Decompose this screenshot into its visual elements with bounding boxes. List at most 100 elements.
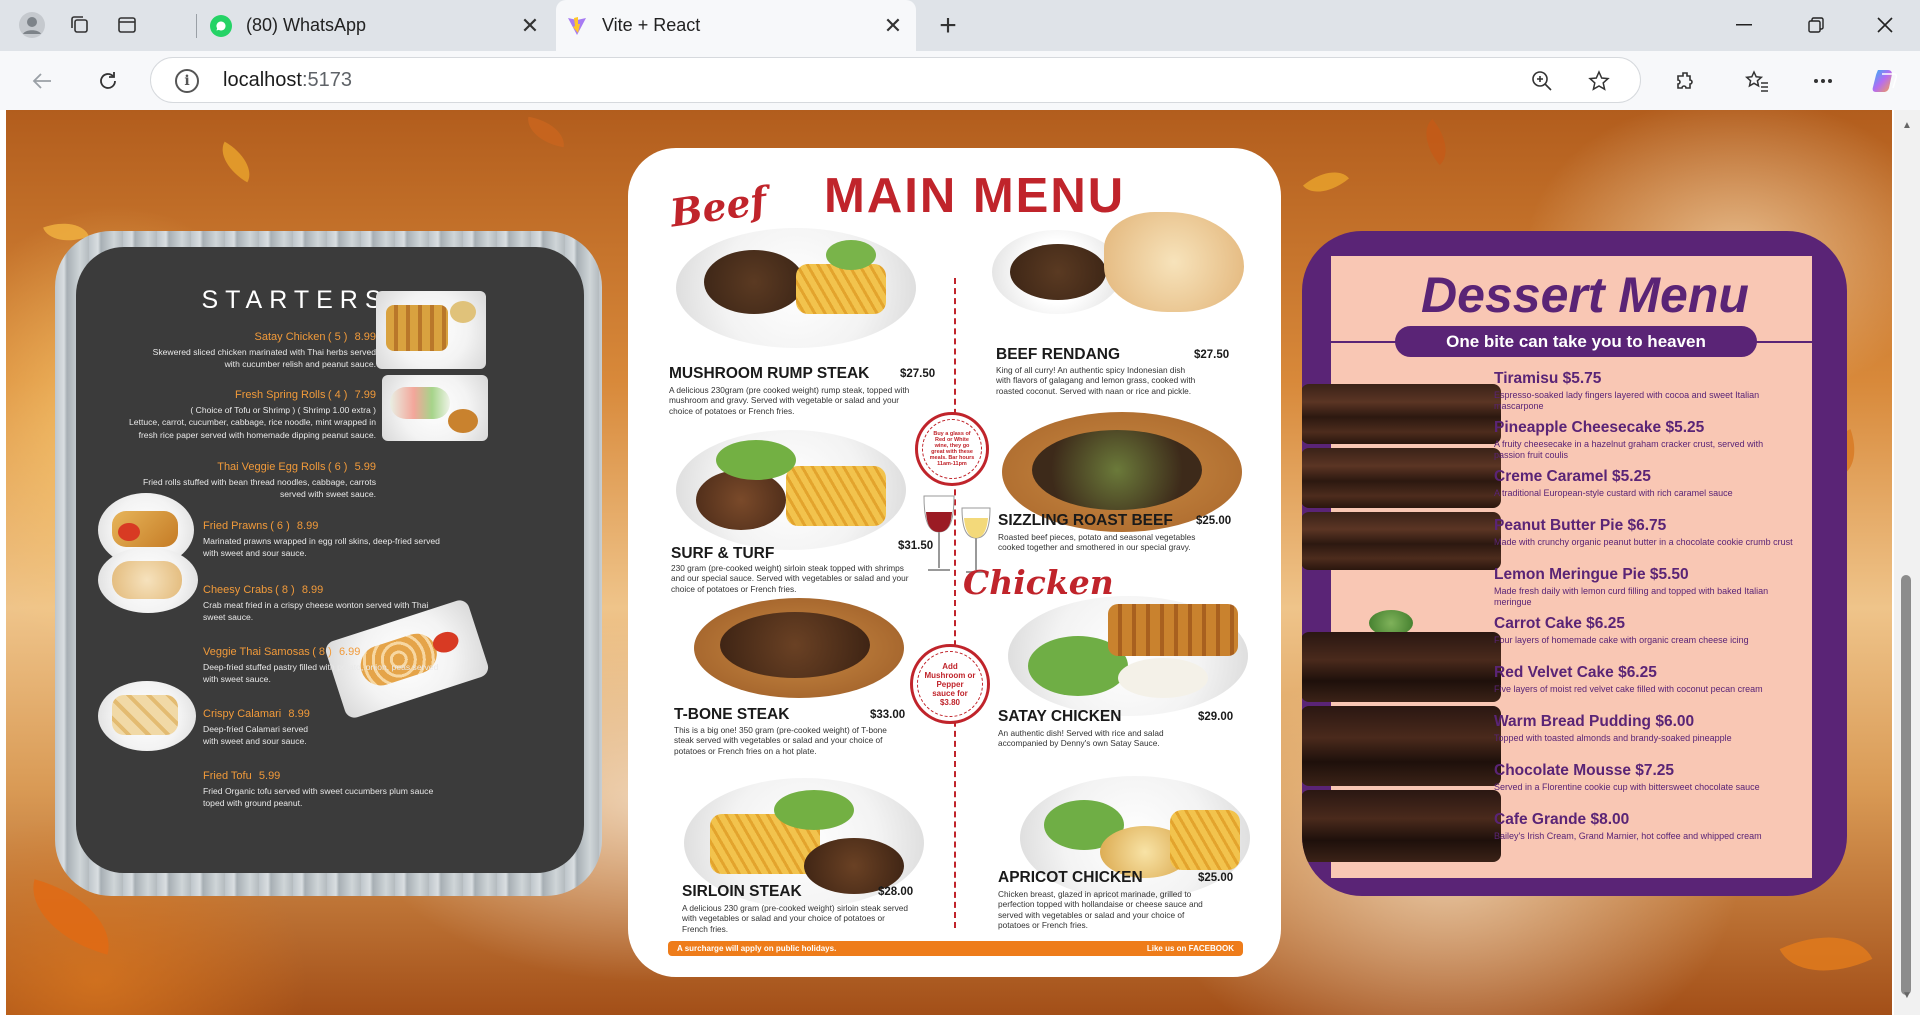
menu-footer-bar: A surcharge will apply on public holiday… <box>668 941 1243 956</box>
dish-name: SATAY CHICKEN <box>998 708 1122 725</box>
dessert-menu-card: Dessert Menu One bite can take you to he… <box>1302 231 1847 896</box>
dish-description: A delicious 230 gram (pre-cooked weight)… <box>682 903 908 934</box>
whatsapp-icon <box>210 14 232 37</box>
page-viewport: STARTERS Satay Chicken (5) 8.99 Skewer… <box>6 110 1892 1015</box>
scroll-down-arrow-icon[interactable]: ▼ <box>1900 990 1914 1004</box>
tab-whatsapp[interactable]: (80) WhatsApp ✕ <box>200 0 553 51</box>
dish-price: $27.50 <box>1194 349 1230 361</box>
starters-menu-card: STARTERS Satay Chicken (5) 8.99 Skewer… <box>55 231 602 896</box>
dish-price: $28.00 <box>878 886 914 898</box>
t-bone-steak-image <box>694 598 904 698</box>
autumn-leaf-decoration <box>212 141 260 183</box>
starter-item: Cheesy Crabs ( 8 ) 8.99 Crab meat fried … <box>203 584 429 623</box>
dish-description: An authentic dish! Served with rice and … <box>998 728 1164 749</box>
beef-rendang-image <box>984 208 1254 328</box>
tab-separator <box>196 14 197 38</box>
minimize-icon[interactable] <box>1721 6 1767 44</box>
page-scrollbar[interactable]: ▲ ▼ <box>1894 110 1920 1015</box>
dish-name: APRICOT CHICKEN <box>998 869 1143 886</box>
chicken-section-label: Chicken <box>963 563 1114 602</box>
spring-rolls-image <box>382 375 488 441</box>
copilot-icon[interactable] <box>1868 64 1902 98</box>
dessert-item: Cafe Grande $8.00 Bailey's Irish Cream, … <box>1494 811 1762 841</box>
dish-description: Chicken breast, glazed in apricot marina… <box>998 889 1203 931</box>
autumn-leaf-decoration <box>1779 915 1873 993</box>
tab-strip: (80) WhatsApp ✕ Vite + React ✕ + <box>0 0 1920 51</box>
dessert-item: Carrot Cake $6.25 Four layers of homemad… <box>1494 615 1749 645</box>
dish-price: $33.00 <box>870 709 906 721</box>
fried-tofu-image <box>98 681 196 751</box>
tab-vite-react[interactable]: Vite + React ✕ <box>556 0 916 51</box>
brownie-image <box>1302 384 1501 444</box>
beef-section-label: Beef <box>667 177 770 236</box>
extensions-icon[interactable] <box>1668 64 1702 98</box>
brownie-image <box>1302 448 1501 508</box>
mushroom-rump-steak-image <box>676 228 916 348</box>
dessert-item: Red Velvet Cake $6.25 Five layers of moi… <box>1494 664 1763 694</box>
restore-icon[interactable] <box>1793 6 1839 44</box>
satay-chicken-image <box>1008 596 1248 716</box>
dish-price: $31.50 <box>898 540 934 552</box>
dessert-item: Creme Caramel $5.25 A traditional Europe… <box>1494 468 1733 498</box>
address-bar[interactable]: i localhost:5173 <box>150 57 1641 103</box>
new-tab-button[interactable]: + <box>932 10 964 42</box>
close-window-icon[interactable] <box>1862 6 1908 44</box>
scrollbar-thumb[interactable] <box>1901 575 1911 995</box>
dish-description: This is a big one! 350 gram (pre-cooked … <box>674 725 887 756</box>
dish-name: MUSHROOM RUMP STEAK <box>669 365 870 382</box>
dish-price: $29.00 <box>1198 711 1234 723</box>
autumn-leaf-decoration <box>524 116 568 148</box>
dessert-board: Dessert Menu One bite can take you to he… <box>1302 256 1812 878</box>
dessert-item: Pineapple Cheesecake $5.25 A fruity chee… <box>1494 419 1764 460</box>
tab-title: Vite + React <box>602 15 701 35</box>
close-tab-icon[interactable]: ✕ <box>515 11 545 41</box>
dish-price: $25.00 <box>1196 515 1232 527</box>
close-tab-icon[interactable]: ✕ <box>878 11 908 41</box>
dish-name: SIZZLING ROAST BEEF <box>998 512 1173 529</box>
dish-description: 230 gram (pre-cooked weight) sirloin ste… <box>671 563 909 594</box>
dessert-item: Peanut Butter Pie $6.75 Made with crunch… <box>1494 517 1793 547</box>
dessert-title: Dessert Menu <box>1421 267 1749 323</box>
profile-avatar-icon[interactable] <box>16 9 48 41</box>
starter-item: Veggie Thai Samosas ( 8 ) 6.99 Deep-frie… <box>203 646 439 685</box>
workspaces-icon[interactable] <box>64 9 96 41</box>
starter-item: Crispy Calamari 8.99 Deep-fried Calamari… <box>203 708 310 747</box>
back-arrow-icon[interactable] <box>25 64 59 98</box>
refresh-icon[interactable] <box>91 64 125 98</box>
sauce-promo-badge: Add Mushroom or Pepper sauce for $3.80 <box>910 644 990 724</box>
dish-name: SIRLOIN STEAK <box>682 883 802 900</box>
satay-chicken-image <box>376 291 486 369</box>
autumn-leaf-decoration <box>1302 159 1350 205</box>
tab-title: (80) WhatsApp <box>246 15 367 35</box>
facebook-link[interactable]: Like us on FACEBOOK <box>1147 944 1234 953</box>
starter-item: Fried Prawns ( 6 ) 8.99 Marinated prawns… <box>203 520 440 559</box>
favorites-icon[interactable] <box>1740 64 1774 98</box>
starter-item: Fried Tofu 5.99 Fried Organic tofu serve… <box>203 770 434 809</box>
scroll-up-arrow-icon[interactable]: ▲ <box>1900 120 1914 134</box>
main-menu-card: Beef MAIN MENU Buy a glass of Red or Whi… <box>628 148 1281 977</box>
site-info-icon[interactable]: i <box>175 69 199 93</box>
starter-item: Satay Chicken ( 5 ) 8.99 Skewered sliced… <box>152 331 376 370</box>
address-url[interactable]: localhost:5173 <box>223 69 352 92</box>
brownie-image <box>1302 790 1501 862</box>
starter-item: Thai Veggie Egg Rolls ( 6 ) 5.99 Fried r… <box>143 461 376 500</box>
cheesy-crabs-image <box>98 547 198 613</box>
dessert-tagline: One bite can take you to heaven <box>1395 326 1757 357</box>
more-options-icon[interactable] <box>1806 64 1840 98</box>
starter-item: Fresh Spring Rolls ( 4 ) 7.99 ( Choice o… <box>129 389 376 440</box>
brownie-image <box>1302 706 1501 786</box>
favorite-star-icon[interactable] <box>1585 67 1613 95</box>
tab-actions-icon[interactable] <box>111 9 143 41</box>
dessert-item: Warm Bread Pudding $6.00 Topped with toa… <box>1494 713 1732 743</box>
dish-price: $25.00 <box>1198 872 1234 884</box>
dish-name: BEEF RENDANG <box>996 346 1121 363</box>
dish-price: $27.50 <box>900 368 936 380</box>
dish-name: SURF & TURF <box>671 545 775 562</box>
surf-turf-image <box>676 430 906 550</box>
brownie-image <box>1302 632 1501 702</box>
vite-icon <box>566 15 588 37</box>
zoom-icon[interactable] <box>1528 67 1556 95</box>
dessert-item: Lemon Meringue Pie $5.50 Made fresh dail… <box>1494 566 1769 607</box>
wine-promo-badge: Buy a glass of Red or White wine, they g… <box>915 412 989 486</box>
dish-description: Roasted beef pieces, potato and seasonal… <box>998 532 1196 553</box>
